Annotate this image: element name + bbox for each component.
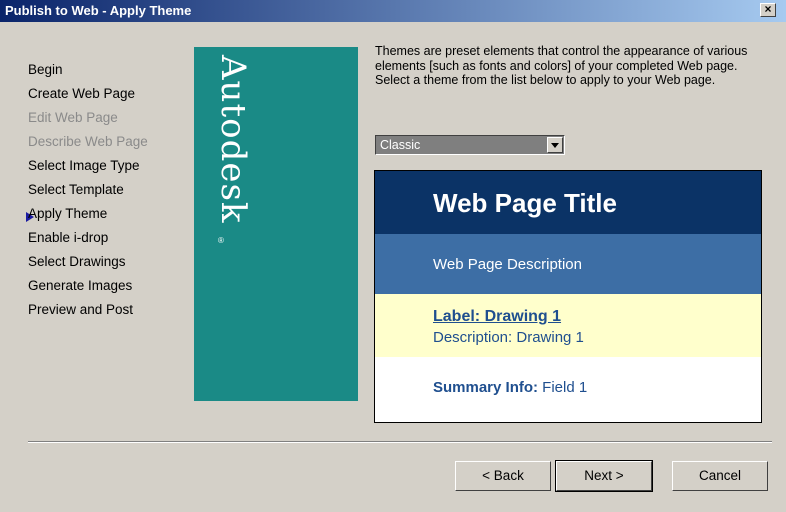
step-describe-web-page: Describe Web Page: [28, 134, 148, 149]
step-generate-images: Generate Images: [28, 278, 133, 293]
step-select-template: Select Template: [28, 182, 124, 197]
autodesk-logo: Autodesk: [213, 55, 253, 224]
step-begin: Begin: [28, 62, 63, 77]
next-button[interactable]: Next >: [555, 460, 653, 492]
step-create-web-page: Create Web Page: [28, 86, 136, 101]
step-apply-theme: Apply Theme: [28, 206, 108, 221]
divider: [28, 441, 772, 443]
theme-select[interactable]: Classic: [375, 135, 565, 155]
step-preview-and-post: Preview and Post: [28, 302, 134, 317]
step-select-image-type: Select Image Type: [28, 158, 140, 173]
preview-drawing-label: Label: Drawing 1: [433, 308, 562, 325]
theme-select-value: Classic: [380, 138, 421, 152]
title-bar: Publish to Web - Apply Theme ×: [0, 0, 786, 22]
dropdown-arrow-icon[interactable]: [547, 137, 563, 153]
step-edit-web-page: Edit Web Page: [28, 110, 118, 125]
preview-description-band: Web Page Description: [375, 234, 761, 294]
back-button[interactable]: < Back: [455, 461, 551, 491]
step-enable-i-drop: Enable i-drop: [28, 230, 109, 245]
window-title: Publish to Web - Apply Theme: [5, 3, 192, 18]
step-select-drawings: Select Drawings: [28, 254, 126, 269]
preview-summary-value: Field 1: [538, 379, 588, 396]
registered-mark: ®: [218, 236, 224, 245]
preview-drawing-description: Description: Drawing 1: [433, 329, 584, 346]
close-button[interactable]: ×: [760, 3, 776, 17]
preview-title: Web Page Title: [433, 188, 617, 218]
theme-preview: Web Page Title Web Page Description Labe…: [374, 170, 762, 423]
theme-description: Themes are preset elements that control …: [375, 44, 748, 87]
cancel-button[interactable]: Cancel: [672, 461, 768, 491]
preview-summary-label: Summary Info:: [433, 379, 539, 396]
preview-description: Web Page Description: [433, 256, 582, 273]
publish-to-web-dialog: Publish to Web - Apply Theme × Begin Cre…: [0, 0, 786, 512]
preview-title-band: Web Page Title: [375, 171, 761, 234]
preview-drawing-band: Label: Drawing 1 Description: Drawing 1: [375, 294, 761, 357]
preview-summary: Summary Info: Field 1: [433, 379, 587, 396]
